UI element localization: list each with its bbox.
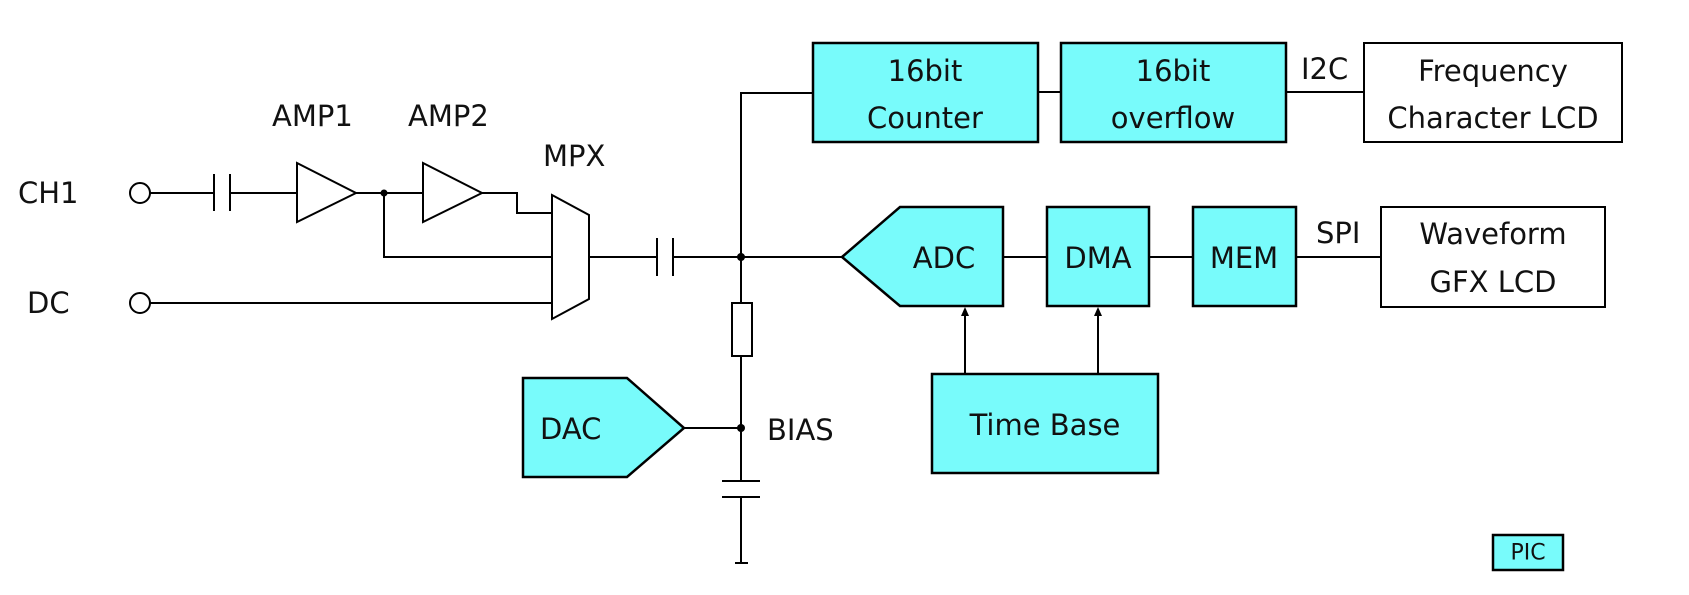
- i2c-label: I2C: [1301, 52, 1348, 86]
- mpx-multiplexer-icon: [551, 193, 590, 321]
- counter-label-line2: Counter: [867, 101, 983, 135]
- frequency-lcd-label-line1: Frequency: [1418, 54, 1568, 88]
- ac-coupling-capacitor-icon: [656, 238, 674, 276]
- overflow-label-line1: 16bit: [1136, 54, 1211, 88]
- counter-feed-wire: [740, 92, 813, 257]
- counter-label-line1: 16bit: [888, 54, 963, 88]
- adc-label: ADC: [913, 241, 975, 275]
- amp2-triangle-icon: [422, 161, 485, 224]
- amp1-bypass-wire: [383, 193, 552, 258]
- dac-label: DAC: [540, 412, 601, 446]
- ch1-label: CH1: [18, 176, 79, 210]
- bias-label: BIAS: [767, 413, 834, 447]
- frequency-lcd-label-line2: Character LCD: [1387, 101, 1598, 135]
- timebase-to-dma-arrow-icon: [1094, 307, 1102, 374]
- dc-terminal-icon: [129, 292, 151, 314]
- waveform-lcd-label-line1: Waveform: [1419, 217, 1566, 251]
- amp2-label: AMP2: [408, 99, 489, 133]
- dma-label: DMA: [1064, 241, 1131, 275]
- input-coupling-capacitor-icon: [213, 174, 231, 211]
- timebase-label: Time Base: [969, 408, 1121, 442]
- waveform-lcd-label-line2: GFX LCD: [1430, 265, 1557, 299]
- amp2-output-wire: [482, 192, 552, 214]
- overflow-label-line2: overflow: [1111, 101, 1235, 135]
- timebase-to-adc-arrow-icon: [961, 307, 969, 374]
- ch1-terminal-icon: [129, 182, 151, 204]
- mpx-label: MPX: [543, 139, 605, 173]
- bias-resistor-icon: [731, 302, 753, 357]
- bias-capacitor-icon: [722, 480, 760, 498]
- dc-label: DC: [27, 286, 70, 320]
- oscilloscope-block-diagram: CH1 DC AMP1 AMP2 MPX BIAS DAC 16bit Coun…: [18, 41, 1623, 572]
- mem-label: MEM: [1210, 241, 1278, 275]
- amp1-triangle-icon: [296, 161, 359, 224]
- amp1-label: AMP1: [272, 99, 353, 133]
- pic-legend-label: PIC: [1510, 541, 1545, 566]
- spi-label: SPI: [1316, 216, 1360, 250]
